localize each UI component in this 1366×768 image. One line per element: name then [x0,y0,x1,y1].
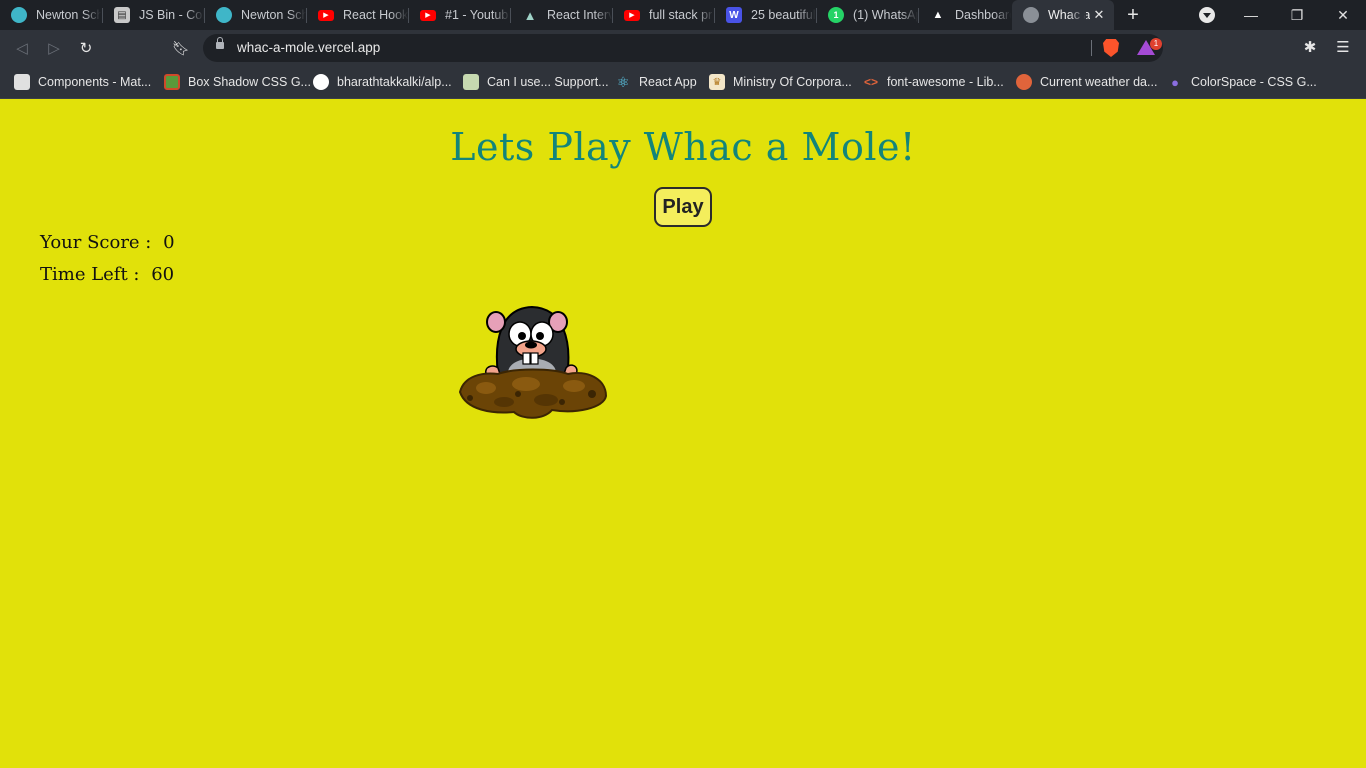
tab-youtube-1[interactable]: ▶ #1 - Youtub [409,0,510,30]
bookmark-caniuse[interactable]: Can I use... Support... [463,72,609,92]
tab-react-hooks[interactable]: ▶ React Hooks [307,0,408,30]
bookmark-label: font-awesome - Lib... [887,75,1004,89]
rewards-badge: 1 [1150,38,1162,50]
back-button[interactable]: ◁ [10,36,34,60]
bookmark-label: ColorSpace - CSS G... [1191,75,1317,89]
restore-button[interactable]: ❐ [1274,0,1320,30]
reload-button[interactable]: ↻ [74,36,98,60]
score-label: Your Score : [40,232,152,253]
bookmark-box-shadow[interactable]: Box Shadow CSS G... [164,72,311,92]
bookmark-colorspace[interactable]: ● ColorSpace - CSS G... [1167,72,1317,92]
bookmark-weather[interactable]: Current weather da... [1016,72,1157,92]
weather-icon [1016,74,1032,90]
bookmark-label: bharathtakkalki/alp... [337,75,452,89]
youtube-icon: ▶ [318,9,334,21]
extensions-icon[interactable]: ✱ [1302,40,1318,56]
mountain-icon: ▲ [523,7,537,23]
bookmark-react-app[interactable]: ⚛ React App [615,72,697,92]
w-icon: W [726,7,742,23]
whatsapp-icon: 1 [828,7,844,23]
bookmark-font-awesome[interactable]: <> font-awesome - Lib... [863,72,1004,92]
box-shadow-icon [164,74,180,90]
time-value: 60 [151,264,175,285]
tab-newton-school-2[interactable]: Newton Sch [205,0,306,30]
close-tab-icon[interactable]: ✕ [1091,7,1107,23]
tab-react-interview[interactable]: ▲ React Interv [511,0,612,30]
newton-icon [216,7,232,23]
react-icon: ⚛ [616,73,630,90]
score-display: Your Score : 0 [40,232,175,253]
tab-newton-school-1[interactable]: Newton Sch [0,0,101,30]
tab-dashboard[interactable]: ▲ Dashboard [919,0,1011,30]
bookmark-ministry[interactable]: ♛ Ministry Of Corpora... [709,72,852,92]
close-window-button[interactable]: ✕ [1320,0,1366,30]
forward-button[interactable]: ▷ [42,36,66,60]
github-icon [313,74,329,90]
material-icon [14,74,30,90]
browser-toolbar: ◁ ▷ ↻ 🔖︎ whac-a-mole.vercel.app 1 ✱ ☰ [0,30,1366,66]
new-tab-button[interactable]: + [1122,4,1144,26]
tab-whac-a-mole[interactable]: Whac a ✕ [1012,0,1114,30]
menu-icon[interactable]: ☰ [1336,40,1350,56]
vercel-icon: ▲ [932,9,944,21]
planet-icon: ● [1171,74,1179,90]
address-bar[interactable]: whac-a-mole.vercel.app 1 [203,34,1163,62]
tab-25-beautiful[interactable]: W 25 beautiful [715,0,816,30]
tab-jsbin[interactable]: ▤ JS Bin - Coll [103,0,204,30]
bookmark-components-material[interactable]: Components - Mat... [14,72,151,92]
tab-search-icon[interactable] [1199,7,1215,23]
jsbin-icon: ▤ [114,7,130,23]
brave-shields-icon[interactable] [1103,39,1119,57]
bookmark-github[interactable]: bharathtakkalki/alp... [313,72,452,92]
code-icon: <> [863,75,878,89]
bookmark-icon[interactable]: 🔖︎ [169,36,193,60]
globe-icon [1023,7,1039,23]
time-label: Time Left : [40,264,140,285]
bookmark-label: Ministry Of Corpora... [733,75,852,89]
bookmark-label: Components - Mat... [38,75,152,89]
minimize-button[interactable]: — [1228,0,1274,30]
play-button[interactable]: Play [654,187,712,227]
lock-icon[interactable] [216,37,224,49]
bookmark-label: Can I use... Support... [487,75,609,89]
bookmark-label: React App [639,75,697,89]
youtube-icon: ▶ [420,9,436,21]
bookmark-label: Box Shadow CSS G... [188,75,311,89]
score-value: 0 [163,232,175,253]
mole-image[interactable] [456,302,610,422]
youtube-icon: ▶ [624,9,640,21]
emblem-icon: ♛ [709,74,725,90]
tab-full-stack[interactable]: ▶ full stack pr [613,0,714,30]
bookmarks-bar: Components - Mat... Box Shadow CSS G... … [0,66,1366,99]
game-title: Lets Play Whac a Mole! [450,125,916,169]
page-content: Lets Play Whac a Mole! Play Your Score :… [0,99,1366,768]
tab-whatsapp[interactable]: 1 (1) WhatsAp [817,0,918,30]
time-display: Time Left : 60 [40,264,174,285]
tab-strip: Newton Sch ▤ JS Bin - Coll Newton Sch ▶ … [0,0,1366,30]
url-text[interactable]: whac-a-mole.vercel.app [237,40,380,55]
newton-icon [11,7,27,23]
caniuse-icon [463,74,479,90]
bookmark-label: Current weather da... [1040,75,1158,89]
